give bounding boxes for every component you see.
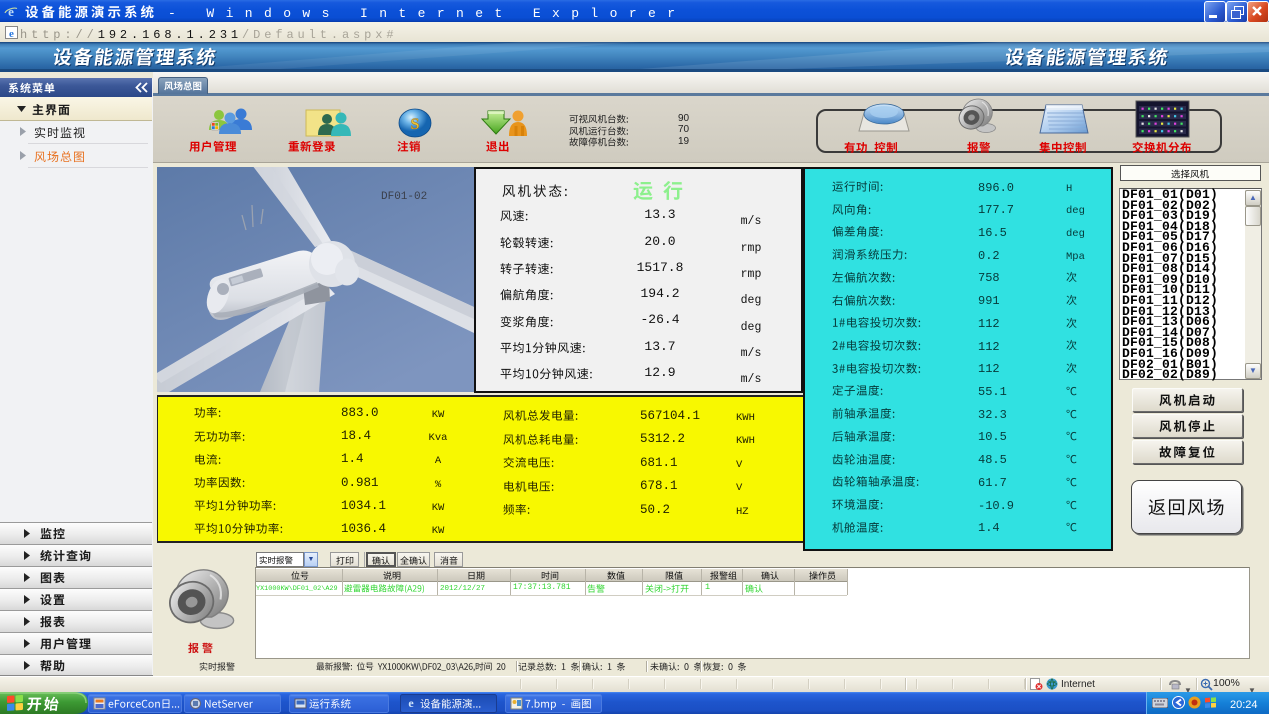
svg-text:e: e [8, 4, 14, 19]
svg-text:e: e [408, 696, 414, 710]
svg-text:e: e [9, 28, 14, 39]
svg-text:S: S [411, 116, 420, 133]
